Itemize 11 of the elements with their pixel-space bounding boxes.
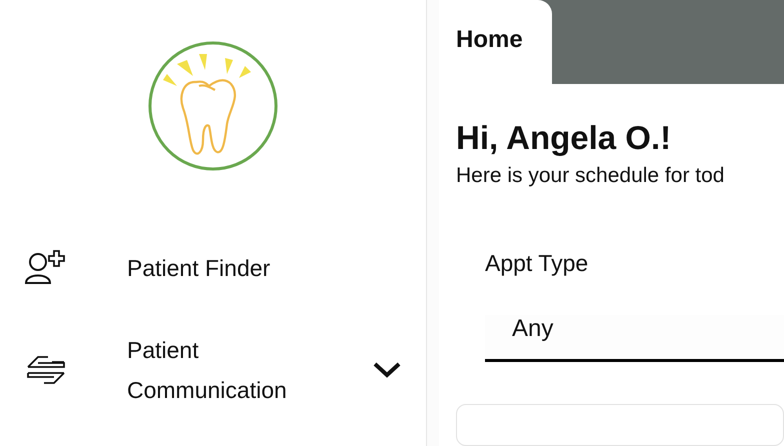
- person-plus-icon: [24, 249, 68, 287]
- sidebar-item-label: Patient Communication: [127, 336, 288, 405]
- tooth-logo-icon: [147, 40, 279, 172]
- appt-type-label: Appt Type: [485, 250, 590, 277]
- greeting-heading: Hi, Angela O.!: [456, 118, 672, 158]
- chevron-down-icon[interactable]: [372, 361, 402, 379]
- schedule-subtitle: Here is your schedule for tod: [456, 163, 726, 189]
- sidebar-item[interactable]: Patient Communication: [24, 330, 402, 410]
- home-tab[interactable]: Home: [439, 0, 552, 84]
- sidebar-item[interactable]: Patient Finder: [24, 248, 402, 288]
- sidebar-item-label: Patient Finder: [127, 254, 272, 283]
